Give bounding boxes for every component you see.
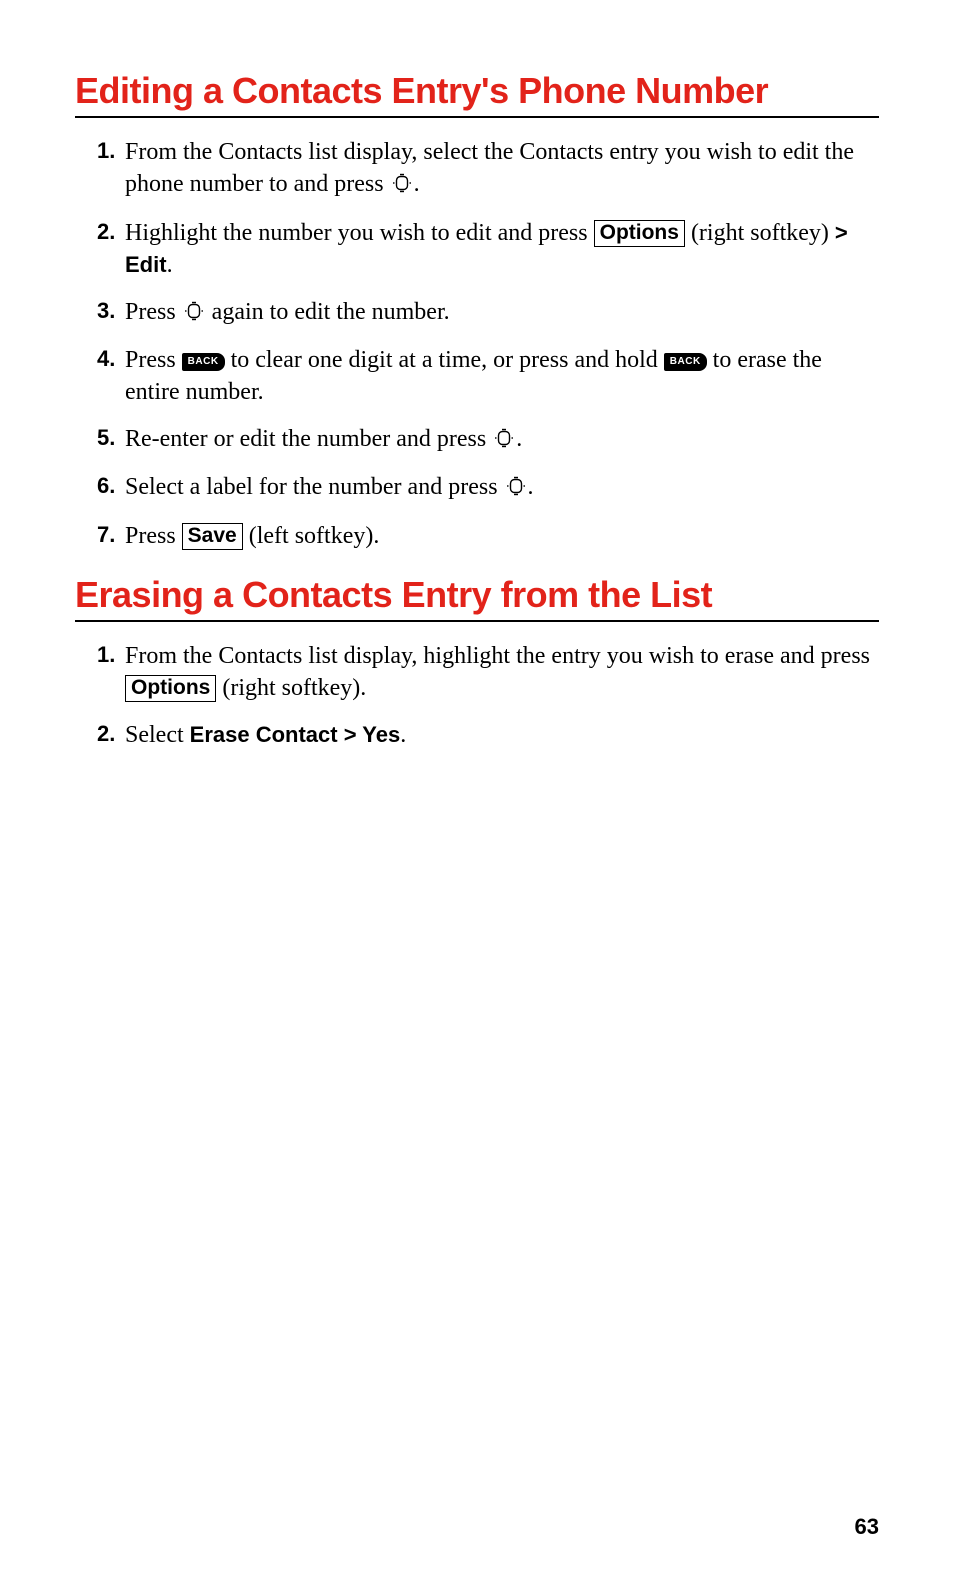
step-text: Re-enter or edit the number and press <box>125 426 492 452</box>
step-3: 3. Press again to edit the number. <box>125 296 879 330</box>
step-number: 3. <box>97 296 115 326</box>
page-number: 63 <box>855 1514 879 1540</box>
steps-list-editing: 1. From the Contacts list display, selec… <box>75 136 879 552</box>
step-number: 4. <box>97 344 115 374</box>
back-key-icon: BACK <box>182 353 225 371</box>
step-number: 1. <box>97 640 115 670</box>
nav-key-icon <box>391 170 413 202</box>
step-text-end: . <box>414 171 420 197</box>
step-text-end: . <box>400 722 406 748</box>
step-text: to clear one digit at a time, or press a… <box>225 347 664 373</box>
step-2: 2. Select Erase Contact > Yes. <box>125 719 879 751</box>
step-text: Press <box>125 299 182 325</box>
step-4: 4. Press BACK to clear one digit at a ti… <box>125 344 879 409</box>
step-2: 2. Highlight the number you wish to edit… <box>125 217 879 282</box>
step-text-end: again to edit the number. <box>206 299 450 325</box>
bold-text: Erase Contact > Yes <box>190 722 401 747</box>
step-text: Select a label for the number and press <box>125 474 504 500</box>
step-number: 5. <box>97 423 115 453</box>
steps-list-erasing: 1. From the Contacts list display, highl… <box>75 640 879 751</box>
step-text-end: . <box>516 426 522 452</box>
step-5: 5. Re-enter or edit the number and press… <box>125 423 879 457</box>
options-softkey: Options <box>594 220 685 247</box>
save-softkey: Save <box>182 523 243 550</box>
step-text: From the Contacts list display, select t… <box>125 139 854 197</box>
step-number: 2. <box>97 217 115 247</box>
step-text: Select <box>125 722 190 748</box>
step-text: Highlight the number you wish to edit an… <box>125 220 594 246</box>
step-7: 7. Press Save (left softkey). <box>125 520 879 552</box>
step-text-end: (left softkey). <box>243 523 380 549</box>
step-text: From the Contacts list display, highligh… <box>125 643 870 669</box>
step-1: 1. From the Contacts list display, highl… <box>125 640 879 705</box>
nav-key-icon <box>183 298 205 330</box>
step-text: (right softkey) <box>685 220 835 246</box>
step-number: 6. <box>97 471 115 501</box>
step-text-end: . <box>528 474 534 500</box>
nav-key-icon <box>505 473 527 505</box>
step-number: 2. <box>97 719 115 749</box>
step-text-end: . <box>167 252 173 278</box>
step-text-end: (right softkey). <box>216 675 366 701</box>
step-number: 1. <box>97 136 115 166</box>
section-heading-erasing: Erasing a Contacts Entry from the List <box>75 574 879 622</box>
back-key-icon: BACK <box>664 353 707 371</box>
step-6: 6. Select a label for the number and pre… <box>125 471 879 505</box>
nav-key-icon <box>493 425 515 457</box>
step-number: 7. <box>97 520 115 550</box>
step-1: 1. From the Contacts list display, selec… <box>125 136 879 203</box>
section-heading-editing: Editing a Contacts Entry's Phone Number <box>75 70 879 118</box>
step-text: Press <box>125 523 182 549</box>
step-text: Press <box>125 347 182 373</box>
manual-page: Editing a Contacts Entry's Phone Number … <box>0 0 954 1590</box>
options-softkey: Options <box>125 675 216 702</box>
